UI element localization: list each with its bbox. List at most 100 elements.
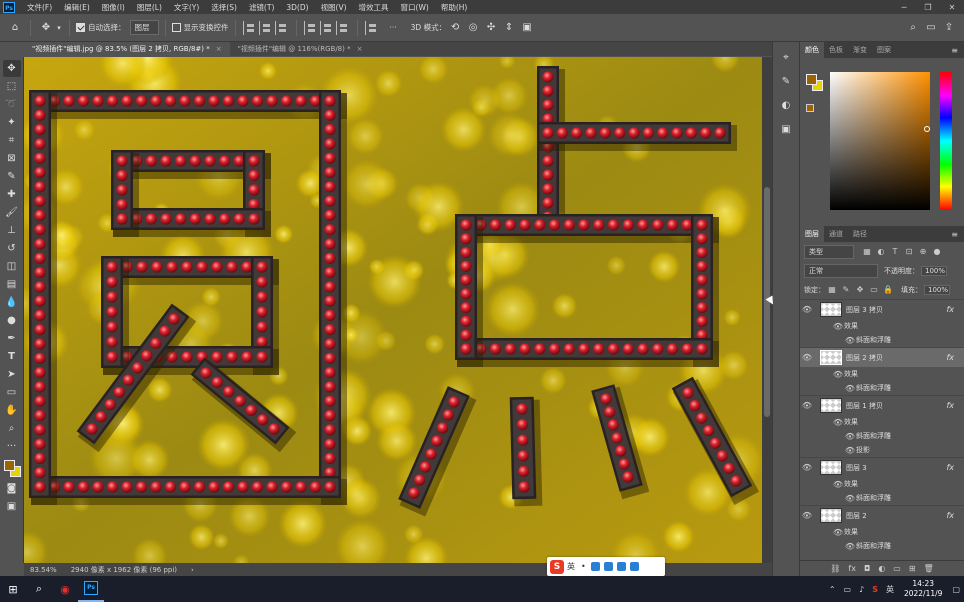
- move-tool-icon[interactable]: ✥: [37, 19, 55, 37]
- show-transform-checkbox[interactable]: [171, 23, 181, 32]
- layer-row[interactable]: 👁 图层 3 拷贝 fx: [800, 299, 964, 319]
- visibility-eye-icon[interactable]: 👁: [800, 305, 814, 314]
- effects-row[interactable]: 👁 效果: [800, 477, 964, 491]
- scale-3d-icon[interactable]: ▣: [518, 19, 536, 37]
- visibility-eye-icon[interactable]: 👁: [832, 480, 844, 489]
- type-tool-icon[interactable]: T: [3, 348, 21, 365]
- layer-row[interactable]: 👁 图层 1 拷贝 fx: [800, 395, 964, 415]
- healing-brush-tool-icon[interactable]: ✚: [3, 186, 21, 203]
- layer-row[interactable]: 👁 图层 2 拷贝 fx: [800, 347, 964, 367]
- tray-expand-icon[interactable]: ⌃: [829, 585, 836, 594]
- minimize-icon[interactable]: ─: [892, 3, 916, 12]
- microphone-icon[interactable]: [590, 562, 600, 571]
- menu-file[interactable]: 文件(F): [21, 2, 58, 13]
- slide-3d-icon[interactable]: ⇕: [500, 19, 518, 37]
- status-arrow-icon[interactable]: ›: [191, 566, 194, 574]
- visibility-eye-icon[interactable]: 👁: [832, 528, 844, 537]
- menu-layer[interactable]: 图层(L): [131, 2, 168, 13]
- add-style-icon[interactable]: fx: [848, 564, 856, 573]
- menu-3d[interactable]: 3D(D): [280, 3, 314, 12]
- search-icon[interactable]: ⌕: [904, 19, 922, 37]
- visibility-eye-icon[interactable]: 👁: [800, 463, 814, 472]
- lock-paint-icon[interactable]: ✎: [841, 285, 851, 295]
- effect-item[interactable]: 👁 斜面和浮雕: [800, 333, 964, 347]
- tab-channels[interactable]: 通道: [824, 226, 848, 242]
- visibility-eye-icon[interactable]: 👁: [800, 401, 814, 410]
- magic-wand-tool-icon[interactable]: ✦: [3, 114, 21, 131]
- hue-slider[interactable]: [940, 72, 952, 210]
- align-bottom-icon[interactable]: [335, 20, 350, 35]
- shape-tool-icon[interactable]: ▭: [3, 384, 21, 401]
- opacity-input[interactable]: 100%: [921, 265, 947, 276]
- gradient-tool-icon[interactable]: ▤: [3, 276, 21, 293]
- eraser-tool-icon[interactable]: ◫: [3, 258, 21, 275]
- brush-tool-icon[interactable]: 🖌: [3, 204, 21, 221]
- visibility-eye-icon[interactable]: 👁: [832, 370, 844, 379]
- ime-indicator[interactable]: 英: [886, 584, 894, 595]
- lock-pixels-icon[interactable]: ▦: [827, 285, 837, 295]
- punctuation-icon[interactable]: •: [581, 562, 586, 571]
- orbit-3d-icon[interactable]: ⟲: [446, 19, 464, 37]
- history-brush-tool-icon[interactable]: ↺: [3, 240, 21, 257]
- menu-image[interactable]: 图像(I): [96, 2, 131, 13]
- visibility-eye-icon[interactable]: 👁: [844, 336, 856, 345]
- visibility-eye-icon[interactable]: 👁: [844, 432, 856, 441]
- lock-move-icon[interactable]: ✥: [855, 285, 865, 295]
- panel-menu-icon[interactable]: ≡: [951, 230, 958, 239]
- blur-tool-icon[interactable]: 💧: [3, 294, 21, 311]
- color-swatches[interactable]: [2, 458, 22, 480]
- menu-select[interactable]: 选择(S): [205, 2, 243, 13]
- effects-row[interactable]: 👁 效果: [800, 319, 964, 333]
- ime-toolbar[interactable]: S 英 •: [547, 557, 665, 576]
- visibility-eye-icon[interactable]: 👁: [844, 542, 856, 551]
- volume-icon[interactable]: ♪: [859, 585, 864, 594]
- zoom-level[interactable]: 83.54%: [30, 566, 57, 574]
- fx-icon[interactable]: fx: [946, 353, 954, 362]
- recorder-app-icon[interactable]: ◉: [52, 576, 78, 602]
- color-picker-field[interactable]: [830, 72, 930, 210]
- foreground-color-swatch[interactable]: [3, 460, 15, 471]
- link-layers-icon[interactable]: ⛓: [830, 564, 840, 573]
- frame-tool-icon[interactable]: ⊠: [3, 150, 21, 167]
- delete-layer-icon[interactable]: 🗑: [924, 564, 934, 573]
- web-color-icon[interactable]: [806, 104, 814, 112]
- vertical-scrollbar[interactable]: [762, 57, 772, 563]
- sogou-tray-icon[interactable]: S: [872, 585, 878, 594]
- move-tool-icon[interactable]: ✥: [2, 60, 21, 77]
- menu-filter[interactable]: 滤镜(T): [243, 2, 280, 13]
- effect-item[interactable]: 👁 斜面和浮雕: [800, 539, 964, 553]
- group-icon[interactable]: ▭: [893, 564, 901, 573]
- fx-icon[interactable]: fx: [946, 463, 954, 472]
- tab-layers[interactable]: 图层: [800, 226, 824, 242]
- menu-window[interactable]: 窗口(W): [395, 2, 435, 13]
- lock-all-icon[interactable]: 🔒: [883, 285, 893, 295]
- home-icon[interactable]: ⌂: [6, 19, 24, 37]
- add-mask-icon[interactable]: ◘: [864, 564, 870, 573]
- effects-row[interactable]: 👁 效果: [800, 525, 964, 539]
- new-layer-icon[interactable]: ⊞: [909, 564, 916, 573]
- tab-color[interactable]: 颜色: [800, 42, 824, 58]
- align-middle-icon[interactable]: [319, 20, 334, 35]
- visibility-eye-icon[interactable]: 👁: [800, 511, 814, 520]
- effect-item[interactable]: 👁 斜面和浮雕: [800, 381, 964, 395]
- effect-item[interactable]: 👁 投影: [800, 443, 964, 457]
- ime-mode[interactable]: 英: [567, 561, 575, 572]
- history-panel-icon[interactable]: ⌖: [777, 48, 795, 66]
- effects-row[interactable]: 👁 效果: [800, 367, 964, 381]
- effect-item[interactable]: 👁 斜面和浮雕: [800, 429, 964, 443]
- auto-select-checkbox[interactable]: [76, 23, 85, 32]
- screen-mode-icon[interactable]: ▣: [3, 498, 21, 515]
- visibility-eye-icon[interactable]: 👁: [844, 384, 856, 393]
- stamp-tool-icon[interactable]: ⊥: [3, 222, 21, 239]
- fx-icon[interactable]: fx: [946, 401, 954, 410]
- filter-smart-icon[interactable]: ⊕: [918, 247, 928, 257]
- quick-mask-icon[interactable]: ◙: [3, 480, 21, 497]
- align-right-icon[interactable]: [274, 20, 289, 35]
- path-select-tool-icon[interactable]: ➤: [3, 366, 21, 383]
- marquee-tool-icon[interactable]: ⬚: [3, 78, 21, 95]
- share-icon[interactable]: ⇪: [940, 19, 958, 37]
- filter-pixel-icon[interactable]: ▦: [862, 247, 872, 257]
- tab-close-icon[interactable]: ×: [357, 45, 363, 53]
- align-center-icon[interactable]: [258, 20, 273, 35]
- tab-paths[interactable]: 路径: [848, 226, 872, 242]
